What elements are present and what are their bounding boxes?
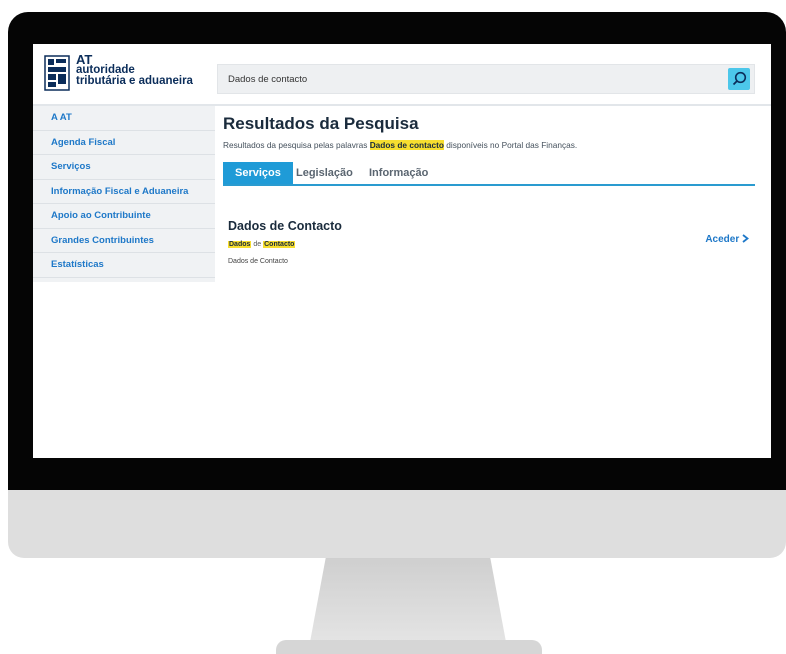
monitor-stand xyxy=(310,558,506,642)
result-tag-dados: Dados xyxy=(228,241,252,248)
search-bar xyxy=(217,64,755,94)
sidebar-item-informacao-fiscal[interactable]: Informação Fiscal e Aduaneira xyxy=(33,180,215,204)
summary-suffix: disponíveis no Portal das Finanças. xyxy=(446,140,578,150)
result-tag-contacto: Contacto xyxy=(263,241,296,248)
logo-line-2: tributária e aduaneira xyxy=(76,75,193,87)
access-label: Aceder xyxy=(705,234,740,245)
sidebar-item-a-at[interactable]: A AT xyxy=(33,106,215,131)
search-summary: Resultados da pesquisa pelas palavras Da… xyxy=(223,140,577,150)
sidebar-nav: A AT Agenda Fiscal Serviços Informação F… xyxy=(33,106,215,282)
sidebar-item-estatisticas[interactable]: Estatísticas xyxy=(33,253,215,278)
result-description: Dados de Contacto xyxy=(228,258,288,265)
results-tabs: Serviços Legislação Informação xyxy=(223,162,755,186)
site-logo[interactable]: AT autoridade tributária e aduaneira xyxy=(43,53,213,96)
tab-legislacao[interactable]: Legislação xyxy=(296,162,353,184)
search-input[interactable] xyxy=(218,65,718,93)
screen: AT autoridade tributária e aduaneira A A… xyxy=(33,44,771,458)
sidebar-item-apoio-contribuinte[interactable]: Apoio ao Contribuinte xyxy=(33,204,215,229)
tab-servicos[interactable]: Serviços xyxy=(223,162,293,184)
result-tags: Dados de Contacto xyxy=(228,241,296,248)
summary-highlight: Dados de contacto xyxy=(369,140,444,150)
main-content: Resultados da Pesquisa Resultados da pes… xyxy=(215,106,771,458)
monitor-base xyxy=(276,640,542,654)
sidebar-item-agenda-fiscal[interactable]: Agenda Fiscal xyxy=(33,131,215,155)
search-button[interactable] xyxy=(728,68,750,90)
at-logo-icon xyxy=(44,55,70,91)
page-title: Resultados da Pesquisa xyxy=(223,114,419,133)
sidebar-item-servicos[interactable]: Serviços xyxy=(33,155,215,180)
monitor-chin xyxy=(8,490,786,558)
chevron-right-icon xyxy=(742,234,749,243)
access-link[interactable]: Aceder xyxy=(705,234,749,245)
result-title[interactable]: Dados de Contacto xyxy=(228,219,342,233)
logo-text: AT autoridade tributária e aduaneira xyxy=(76,53,193,87)
site-header: AT autoridade tributária e aduaneira xyxy=(33,44,771,106)
sidebar-item-grandes-contribuintes[interactable]: Grandes Contribuintes xyxy=(33,229,215,253)
result-tag-de: de xyxy=(253,241,262,248)
summary-prefix: Resultados da pesquisa pelas palavras xyxy=(223,140,368,150)
tab-informacao[interactable]: Informação xyxy=(369,162,428,184)
search-icon xyxy=(732,71,747,86)
